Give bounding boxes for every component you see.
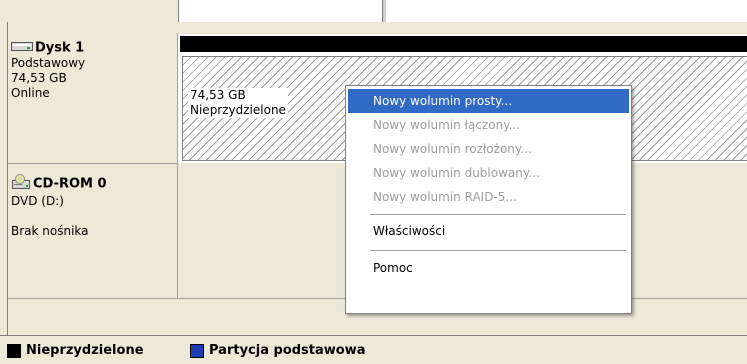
cdrom-drive: DVD (D:) [11, 194, 64, 208]
menu-new-simple-volume[interactable]: Nowy wolumin prosty... [348, 89, 629, 113]
cdrom-title: CD-ROM 0 [33, 176, 107, 192]
cdrom-title-row: CD-ROM 0 [11, 174, 177, 194]
disk1-size: 74,53 GB [11, 71, 67, 85]
menu-separator [370, 250, 626, 251]
legend: Nieprzydzielone Partycja podstawowa [0, 335, 747, 364]
disk1-title-row: Dysk 1 [11, 40, 177, 56]
menu-help[interactable]: Pomoc [348, 256, 629, 280]
panel-left-edge [0, 22, 8, 335]
menu-new-striped-volume[interactable]: Nowy wolumin rozłożony... [348, 137, 629, 161]
menu-new-spanned-volume[interactable]: Nowy wolumin łączony... [348, 113, 629, 137]
disk1-label-cell[interactable]: Dysk 1 Podstawowy 74,53 GB Online [8, 33, 178, 164]
legend-swatch-unallocated [7, 343, 21, 358]
disk1-type: Podstawowy [11, 56, 86, 70]
legend-item-primary: Partycja podstawowa [190, 343, 366, 358]
cdrom-status: Brak nośnika [11, 224, 89, 238]
menu-separator [370, 214, 626, 215]
legend-label-unallocated: Nieprzydzielone [26, 343, 144, 358]
unallocated-label: Nieprzydzielone [190, 103, 286, 117]
legend-label-primary: Partycja podstawowa [209, 343, 366, 358]
hard-disk-icon [11, 40, 33, 56]
unallocated-info: 74,53 GB Nieprzydzielone [188, 88, 288, 118]
previous-disk-row [0, 0, 747, 22]
menu-properties[interactable]: Właściwości [348, 219, 629, 243]
cdrom-label-cell[interactable]: CD-ROM 0 DVD (D:) Brak nośnika [8, 164, 178, 299]
disk1-title: Dysk 1 [35, 40, 85, 56]
legend-item-unallocated: Nieprzydzielone [7, 343, 144, 358]
unallocated-size: 74,53 GB [190, 88, 246, 102]
disk1-status: Online [11, 86, 50, 100]
cdrom-icon [11, 174, 31, 194]
menu-new-mirrored-volume[interactable]: Nowy wolumin dublowany... [348, 161, 629, 185]
unallocated-bar [180, 36, 747, 52]
context-menu: Nowy wolumin prosty... Nowy wolumin łącz… [345, 85, 632, 314]
legend-swatch-primary [190, 343, 204, 358]
previous-disk-label-cell [0, 0, 179, 22]
menu-new-raid5-volume[interactable]: Nowy wolumin RAID-5... [348, 185, 629, 209]
volume-separator [382, 0, 386, 22]
